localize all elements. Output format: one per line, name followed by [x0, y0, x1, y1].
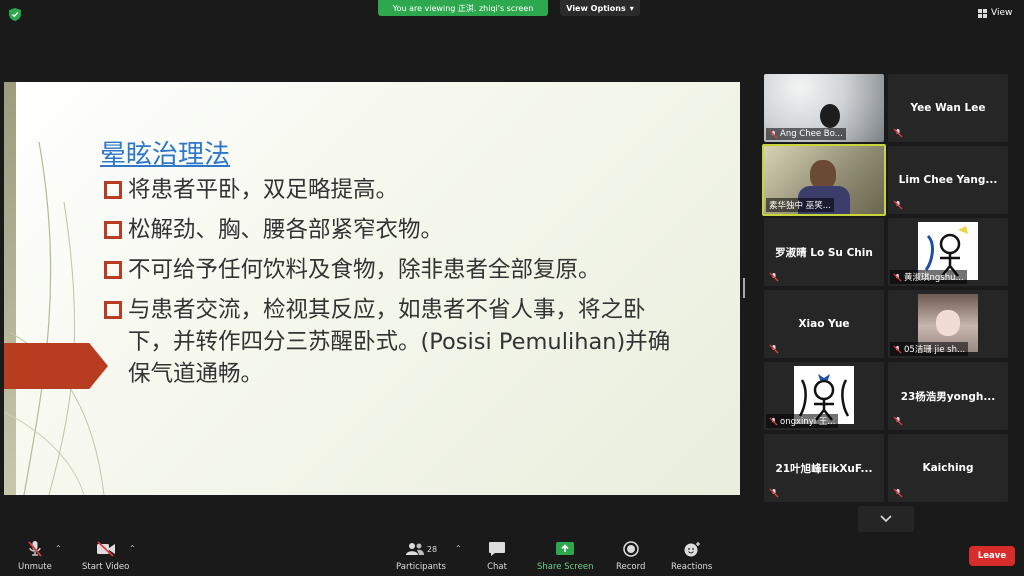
audio-options-caret-icon[interactable]: ⌃ [55, 544, 62, 553]
bullet-box-icon [104, 221, 122, 239]
shared-screen-slide: 晕眩治理法 将患者平卧，双足略提高。 松解劲、胸、腰各部紧窄衣物。 不可给予任何… [4, 82, 740, 495]
slide-bullet-list: 将患者平卧，双足略提高。 松解劲、胸、腰各部紧窄衣物。 不可给予任何饮料及食物，… [102, 174, 702, 398]
security-shield-icon[interactable] [9, 8, 21, 21]
participant-caption: Ang Chee Bo... [766, 128, 846, 140]
participant-name: 黄淑琪ngshu... [904, 273, 964, 283]
bullet-box-icon [104, 301, 122, 319]
muted-mic-icon [769, 344, 779, 354]
participant-tile[interactable]: 黄淑琪ngshu... [888, 218, 1008, 286]
unmute-button[interactable]: Unmute [18, 540, 52, 572]
leave-button[interactable]: Leave [969, 546, 1015, 566]
chat-button[interactable]: Chat [487, 540, 507, 572]
screen-share-banner-text: You are viewing 正淇. zhiqi's screen [392, 3, 534, 13]
bullet-box-icon [104, 261, 122, 279]
participant-name: ongxinyi 王... [780, 417, 836, 427]
screen-share-banner: You are viewing 正淇. zhiqi's screen [378, 0, 548, 16]
participants-icon: 28 [399, 540, 443, 558]
participant-name: 23杨浩男yongh... [900, 390, 996, 403]
bullet-box-icon [104, 181, 122, 199]
view-label: View [991, 8, 1013, 18]
participant-name: Lim Chee Yang... [898, 174, 998, 186]
chat-label: Chat [487, 562, 507, 572]
slide-bullet-text: 与患者交流，检视其反应，如患者不省人事，将之卧下，并转作四分三苏醒卧式。(Pos… [128, 297, 671, 387]
muted-mic-icon [769, 416, 778, 426]
video-off-icon [96, 540, 116, 558]
chevron-down-icon: ▾ [629, 3, 634, 13]
participant-name: 素华独中 巫笑... [769, 201, 831, 211]
participant-name: Kaiching [922, 462, 974, 474]
participant-tile[interactable]: ongxinyi 王... [764, 362, 884, 430]
reactions-label: Reactions [671, 562, 713, 572]
participant-name: Yee Wan Lee [910, 102, 986, 114]
share-screen-icon [555, 540, 575, 558]
participant-name: Ang Chee Bo... [780, 129, 843, 139]
view-button[interactable]: View [978, 8, 1012, 18]
slide-bullet: 与患者交流，检视其反应，如患者不省人事，将之卧下，并转作四分三苏醒卧式。(Pos… [102, 294, 702, 390]
participant-tile[interactable]: Ang Chee Bo... [764, 74, 884, 142]
participants-options-caret-icon[interactable]: ⌃ [455, 544, 462, 553]
participant-tile-active-speaker[interactable]: 素华独中 巫笑... [762, 144, 886, 216]
start-video-label: Start Video [82, 562, 130, 572]
share-screen-button[interactable]: Share Screen [537, 540, 593, 572]
muted-mic-icon [893, 488, 903, 498]
record-icon [621, 540, 641, 558]
record-label: Record [616, 562, 646, 572]
participant-tile[interactable]: 罗淑晴 Lo Su Chin [764, 218, 884, 286]
slide-red-arrow [4, 343, 108, 389]
participants-label: Participants [396, 562, 446, 572]
gallery-next-page-button[interactable] [858, 506, 914, 532]
participant-caption: 素华独中 巫笑... [766, 198, 834, 212]
muted-mic-icon [769, 272, 779, 282]
slide-title: 晕眩治理法 [100, 140, 231, 170]
muted-mic-icon [893, 272, 902, 282]
record-button[interactable]: Record [616, 540, 645, 572]
muted-mic-icon [893, 128, 903, 138]
participant-tile[interactable]: Lim Chee Yang... [888, 146, 1008, 214]
participant-tile[interactable]: Xiao Yue [764, 290, 884, 358]
reactions-button[interactable]: Reactions [671, 540, 712, 572]
leave-label: Leave [977, 551, 1007, 561]
chevron-down-icon [880, 515, 892, 523]
participant-name: 罗淑晴 Lo Su Chin [775, 246, 873, 259]
participant-tile[interactable]: Yee Wan Lee [888, 74, 1008, 142]
view-options-button[interactable]: View Options ▾ [560, 0, 640, 16]
share-screen-label: Share Screen [537, 562, 594, 572]
slide-bullet: 松解劲、胸、腰各部紧窄衣物。 [102, 214, 702, 246]
participant-caption: ongxinyi 王... [766, 414, 839, 428]
start-video-button[interactable]: Start Video [82, 540, 129, 572]
emoji-add-icon [682, 540, 702, 558]
muted-mic-icon [25, 540, 45, 558]
slide-bullet-text: 将患者平卧，双足略提高。 [128, 177, 399, 203]
participant-caption: 黄淑琪ngshu... [890, 270, 967, 284]
slide-bullet: 不可给予任何饮料及食物，除非患者全部复原。 [102, 254, 702, 286]
muted-mic-icon [893, 200, 903, 210]
muted-mic-icon [769, 129, 778, 139]
muted-mic-icon [893, 416, 903, 426]
participant-tile[interactable]: Kaiching [888, 434, 1008, 502]
participants-button[interactable]: 28 Participants [396, 540, 446, 572]
participant-name: Xiao Yue [798, 318, 850, 330]
muted-mic-icon [769, 488, 779, 498]
participant-tile[interactable]: 05洁珊 jie sh... [888, 290, 1008, 358]
slide-bullet-text: 不可给予任何饮料及食物，除非患者全部复原。 [128, 257, 601, 283]
view-options-label: View Options [566, 3, 626, 13]
muted-mic-icon [893, 344, 902, 354]
participant-count: 28 [426, 544, 438, 554]
unmute-label: Unmute [18, 562, 52, 572]
grid-view-icon [978, 8, 987, 18]
participant-tile[interactable]: 23杨浩男yongh... [888, 362, 1008, 430]
participant-tile[interactable]: 21叶旭峰EikXuF... [764, 434, 884, 502]
chat-bubble-icon [487, 540, 507, 558]
participant-name: 21叶旭峰EikXuF... [775, 462, 873, 475]
participant-caption: 05洁珊 jie sh... [890, 342, 969, 356]
slide-bullet-text: 松解劲、胸、腰各部紧窄衣物。 [128, 217, 444, 243]
slide-bullet: 将患者平卧，双足略提高。 [102, 174, 702, 206]
participant-name: 05洁珊 jie sh... [904, 345, 966, 355]
video-options-caret-icon[interactable]: ⌃ [129, 544, 136, 553]
panel-resize-handle[interactable] [743, 278, 745, 298]
